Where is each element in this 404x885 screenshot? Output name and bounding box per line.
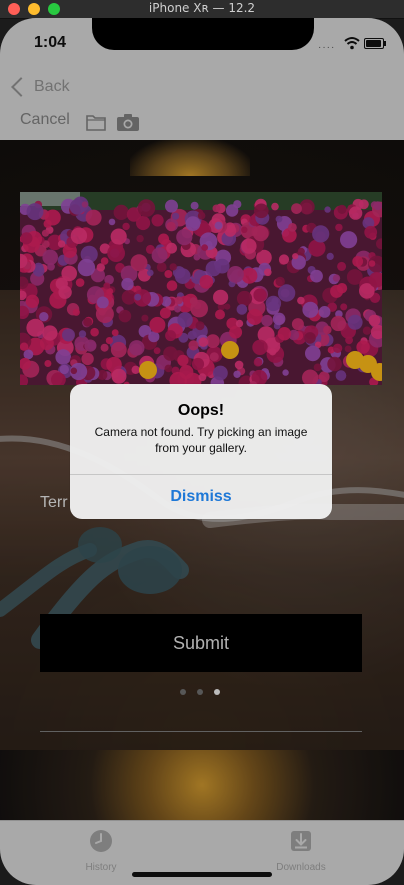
simulator-title: iPhone Xʀ — 12.2 bbox=[148, 1, 256, 15]
device-frame: 1:04 ···· Back Cancel Terr Submit Histor… bbox=[0, 18, 404, 885]
app-screen: 1:04 ···· Back Cancel Terr Submit Histor… bbox=[0, 18, 404, 885]
alert-title: Oops! bbox=[177, 402, 225, 419]
alert-message: Camera not found. Try picking an image f… bbox=[94, 425, 308, 455]
dismiss-button[interactable]: Dismiss bbox=[70, 474, 332, 519]
camera-error-alert: Oops! Camera not found. Try picking an i… bbox=[70, 384, 332, 519]
simulator-titlebar: iPhone Xʀ — 12.2 bbox=[0, 0, 404, 19]
